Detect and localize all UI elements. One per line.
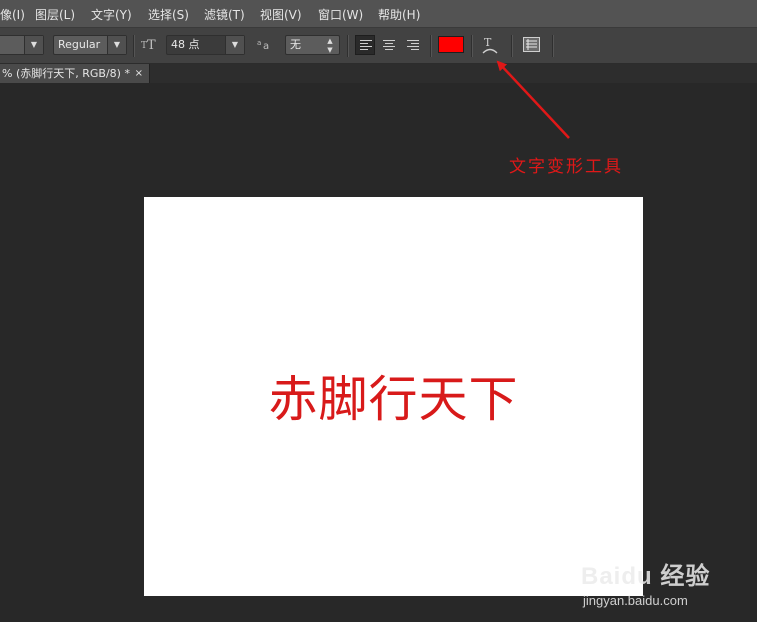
watermark-brand: Baidu 经验 [581,563,711,590]
annotation-arrow [496,60,570,139]
watermark: Baidu 经验 jingyan.baidu.com [581,556,710,608]
watermark-url: jingyan.baidu.com [583,593,688,608]
annotation-label: 文字变形工具 [509,157,623,177]
